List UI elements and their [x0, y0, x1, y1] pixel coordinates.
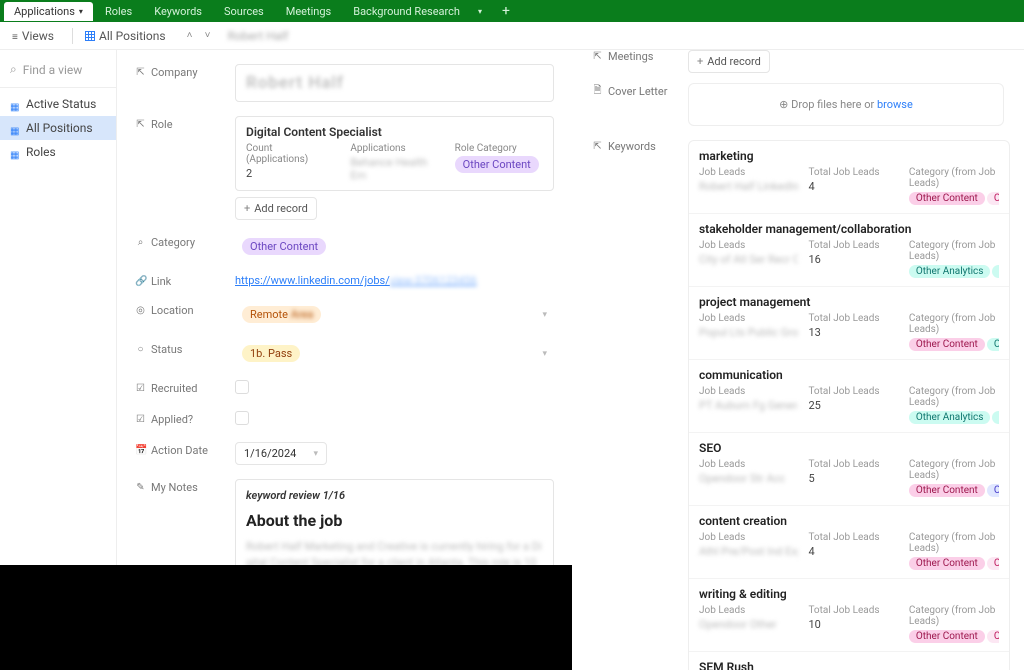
action-date-input[interactable]: 1/16/2024▾: [235, 442, 327, 465]
category-pill: Other Analytics: [909, 265, 991, 278]
applied-checkbox[interactable]: [235, 411, 249, 425]
tab-roles[interactable]: Roles: [95, 2, 142, 21]
next-record-button[interactable]: ˅: [200, 28, 216, 44]
category-pill: Other A: [992, 265, 999, 278]
keyword-item[interactable]: marketing Job LeadsRobert Half LinkedIn …: [689, 141, 1009, 214]
category-pill: Other Analytics: [909, 411, 991, 424]
tab-sources[interactable]: Sources: [214, 2, 274, 21]
category-pill: Other Content: [909, 338, 985, 351]
add-role-record-button[interactable]: Add record: [235, 197, 317, 220]
field-label-meetings: ⇱Meetings: [592, 50, 688, 63]
keyword-title: writing & editing: [699, 587, 999, 601]
record-nav: ˄ ˅: [182, 28, 216, 44]
category-pill: Other A: [992, 411, 999, 424]
view-active-status[interactable]: Active Status: [0, 92, 116, 116]
keyword-item[interactable]: stakeholder management/collaboration Job…: [689, 214, 1009, 287]
grid-icon: [85, 31, 95, 41]
keyword-title: communication: [699, 368, 999, 382]
category-pill: Other Co: [987, 557, 999, 570]
category-pill: Other An: [987, 338, 999, 351]
keyword-title: project management: [699, 295, 999, 309]
keyword-item[interactable]: project management Job LeadsPopul Lts Pu…: [689, 287, 1009, 360]
record-side-pane: ⇱Meetings Add record 🗎Cover Letter ⊕ Dro…: [572, 50, 1024, 670]
keyword-title: SEM Rush: [699, 660, 999, 670]
grid-icon: [10, 123, 20, 133]
bottom-black-overlay: [0, 565, 572, 670]
keyword-item[interactable]: SEO Job LeadsOpendoor Str Acc Total Job …: [689, 433, 1009, 506]
field-label-status: ○Status: [135, 341, 235, 356]
link-url[interactable]: https://www.linkedin.com/jobs/view-37061…: [235, 274, 477, 287]
chevron-down-icon: ▾: [542, 310, 547, 320]
field-label-location: ◎Location: [135, 302, 235, 317]
keyword-title: stakeholder management/collaboration: [699, 222, 999, 236]
keyword-title: marketing: [699, 149, 999, 163]
tab-keywords[interactable]: Keywords: [144, 2, 212, 21]
view-bar: Views All Positions ˄ ˅ Robert Half: [0, 22, 1024, 50]
tab-meetings[interactable]: Meetings: [276, 2, 341, 21]
view-roles[interactable]: Roles: [0, 140, 116, 164]
field-label-keywords: ⇱Keywords: [592, 140, 688, 153]
menu-icon: [12, 29, 18, 43]
separator: [72, 28, 73, 44]
keyword-item[interactable]: SEM Rush Job LeadsRobert Half Total Job …: [689, 652, 1009, 670]
category-pill: Content: [987, 630, 999, 643]
divider: [0, 87, 116, 88]
keywords-list: marketing Job LeadsRobert Half LinkedIn …: [688, 140, 1010, 670]
location-select[interactable]: Remote Area▾: [235, 302, 554, 327]
view-all-positions[interactable]: All Positions: [85, 29, 166, 43]
recruited-checkbox[interactable]: [235, 380, 249, 394]
category-pill: Other Content: [909, 192, 985, 205]
top-tab-bar: Applications▾ Roles Keywords Sources Mee…: [0, 0, 1024, 22]
category-select[interactable]: Other Content: [235, 234, 554, 259]
keyword-title: SEO: [699, 441, 999, 455]
role-title: Digital Content Specialist: [246, 125, 543, 139]
chevron-down-icon: ▾: [478, 7, 482, 16]
upload-icon: ⊕: [779, 98, 788, 111]
view-all-positions-item[interactable]: All Positions: [0, 116, 116, 140]
field-label-recruited: ☑Recruited: [135, 380, 235, 395]
field-label-mynotes: ✎My Notes: [135, 479, 235, 494]
field-label-cover-letter: 🗎Cover Letter: [592, 83, 688, 100]
keyword-item[interactable]: communication Job LeadsPT Auburn Fg Gene…: [689, 360, 1009, 433]
category-pill: Other De: [987, 484, 999, 497]
keyword-item[interactable]: content creation Job LeadsAthl Pre/Post …: [689, 506, 1009, 579]
tab-background-research[interactable]: Background Research▾: [343, 2, 492, 21]
role-linked-record[interactable]: Digital Content Specialist Count (Applic…: [235, 116, 554, 191]
grid-icon: [10, 147, 20, 157]
category-pill: Other Content: [909, 630, 985, 643]
company-linked-record[interactable]: Robert Half: [235, 64, 554, 102]
keyword-item[interactable]: writing & editing Job LeadsOpendoor Othe…: [689, 579, 1009, 652]
field-label-action-date: 📅Action Date: [135, 442, 235, 457]
field-label-role: ⇱Role: [135, 116, 235, 131]
field-label-applied: ☑Applied?: [135, 411, 235, 426]
category-pill: Other Content: [909, 557, 985, 570]
field-label-company: ⇱Company: [135, 64, 235, 79]
add-tab-button[interactable]: +: [494, 3, 518, 19]
prev-record-button[interactable]: ˄: [182, 28, 198, 44]
category-pill: Other Content: [909, 484, 985, 497]
add-meeting-button[interactable]: Add record: [688, 50, 770, 73]
category-pill: Other Co: [987, 192, 999, 205]
notes-heading: About the job: [246, 509, 543, 533]
tab-applications[interactable]: Applications▾: [4, 2, 93, 21]
grid-icon: [10, 99, 20, 109]
status-select[interactable]: 1b. Pass▾: [235, 341, 554, 366]
views-menu[interactable]: Views: [6, 27, 60, 45]
browse-link[interactable]: browse: [877, 98, 913, 111]
field-label-category: ⌕Category: [135, 234, 235, 249]
field-label-link: 🔗Link: [135, 273, 235, 288]
chevron-down-icon: ▾: [313, 449, 318, 459]
cover-letter-dropzone[interactable]: ⊕ Drop files here or browse: [688, 83, 1004, 126]
chevron-down-icon: ▾: [542, 349, 547, 359]
record-breadcrumb: Robert Half: [228, 29, 289, 43]
search-icon: [10, 62, 17, 77]
keyword-title: content creation: [699, 514, 999, 528]
chevron-down-icon: ▾: [79, 7, 83, 16]
find-view-input[interactable]: Find a view: [0, 56, 116, 83]
